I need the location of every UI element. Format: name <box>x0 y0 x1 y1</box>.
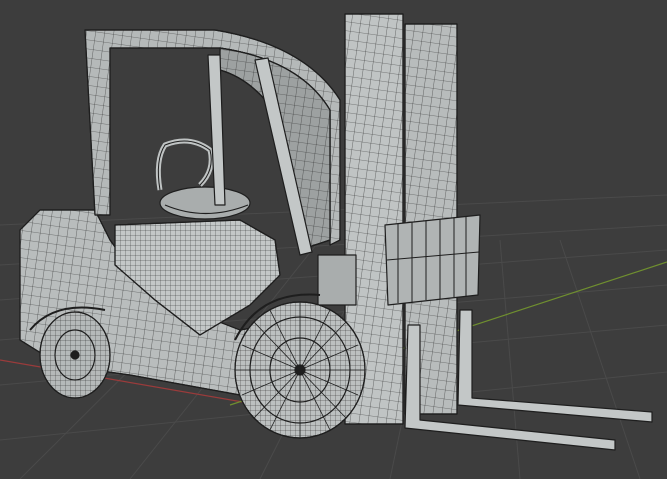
3d-viewport[interactable] <box>0 0 667 479</box>
front-wheel <box>234 301 366 439</box>
seat <box>159 186 251 220</box>
steering-column <box>155 138 214 191</box>
fork-right <box>457 309 653 423</box>
rear-wheel <box>39 311 111 399</box>
mast-bracket <box>317 254 357 306</box>
rear-pillar <box>207 54 226 206</box>
